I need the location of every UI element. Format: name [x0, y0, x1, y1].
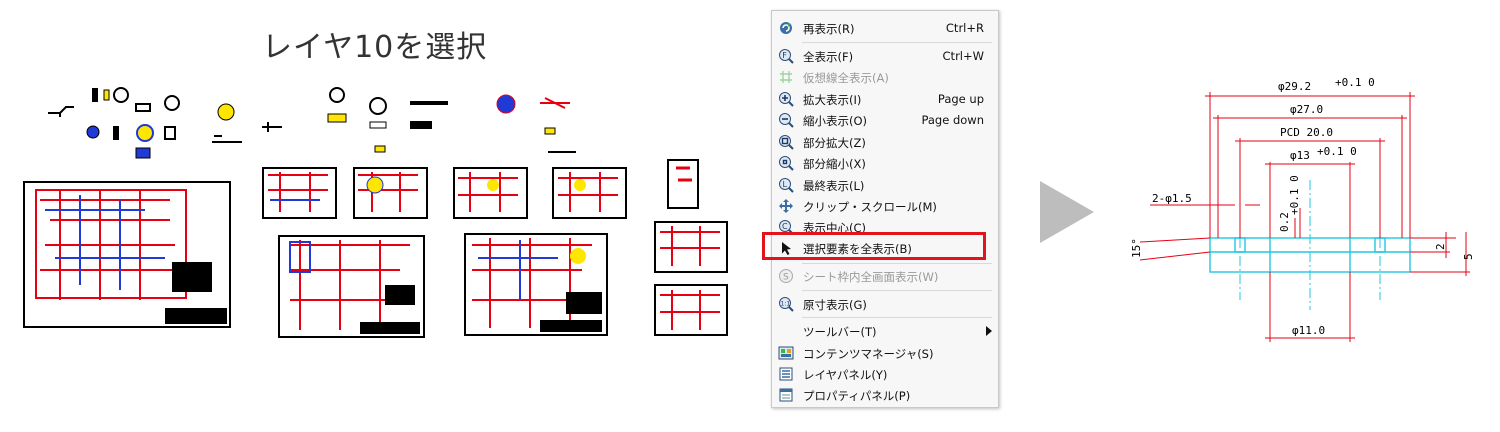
sheet-frame-row-1 — [262, 159, 699, 219]
dimension-labels: φ29.2 +0.1 0 φ27.0 PCD 20.0 φ13 +0.1 0 2… — [1130, 76, 1475, 337]
menu-item-property-panel[interactable]: プロパティパネル(P) — [772, 385, 998, 406]
submenu-arrow-icon — [986, 326, 992, 336]
menu-item-shortcut: Page down — [921, 113, 984, 127]
menu-item-fit-all[interactable]: F 全表示(F) Ctrl+W — [772, 46, 998, 67]
menu-item-content-manager[interactable]: コンテンツマネージャ(S) — [772, 343, 998, 364]
svg-text:1:1: 1:1 — [781, 301, 791, 308]
dim-label-angle: 15° — [1130, 238, 1143, 258]
menu-item-zoom-in[interactable]: 拡大表示(I) Page up — [772, 89, 998, 110]
menu-item-sheet-frame[interactable]: S シート枠内全画面表示(W) — [772, 266, 998, 287]
menu-item-label: クリップ・スクロール(M) — [803, 200, 937, 214]
dim-label-depth-tol: +0.1 0 — [1288, 175, 1301, 215]
menu-item-last-view[interactable]: L 最終表示(L) — [772, 175, 998, 196]
sheet-frame-row-2 — [278, 221, 728, 338]
context-menu: 再表示(R) Ctrl+R F 全表示(F) Ctrl+W 仮想線全表示(A) … — [771, 10, 999, 408]
menu-item-label: コンテンツマネージャ(S) — [803, 347, 934, 361]
dim-label-d1: φ29.2 — [1278, 80, 1311, 93]
dim-label-pcd: PCD 20.0 — [1280, 126, 1333, 139]
menu-item-label: 全表示(F) — [803, 50, 854, 64]
sheet-frame-1 — [23, 181, 231, 328]
last-view-icon: L — [779, 178, 794, 193]
layer-panel-icon — [779, 367, 793, 381]
menu-item-label: 部分拡大(Z) — [803, 136, 866, 150]
virtual-line-icon — [780, 71, 792, 83]
menu-item-label: 拡大表示(I) — [803, 93, 862, 107]
menu-item-label: 縮小表示(O) — [803, 114, 868, 128]
menu-item-label: 最終表示(L) — [803, 179, 865, 193]
dim-label-holes: 2-φ1.5 — [1152, 192, 1192, 205]
menu-separator — [802, 290, 992, 291]
partial-zoom-out-icon — [779, 156, 794, 171]
dim-label-h1: 2 — [1434, 243, 1447, 250]
detail-drawing: φ29.2 +0.1 0 φ27.0 PCD 20.0 φ13 +0.1 0 2… — [1130, 76, 1475, 342]
menu-item-virtual-line[interactable]: 仮想線全表示(A) — [772, 67, 998, 88]
menu-item-label: プロパティパネル(P) — [803, 389, 911, 403]
menu-item-actual-size[interactable]: 1:1 原寸表示(G) — [772, 294, 998, 315]
dim-label-d3-tol: +0.1 0 — [1317, 145, 1357, 158]
highlight-box — [762, 232, 986, 260]
menu-item-shortcut: Ctrl+R — [945, 21, 984, 35]
menu-item-label: シート枠内全画面表示(W) — [803, 270, 939, 284]
menu-item-toolbar[interactable]: ツールバー(T) — [772, 321, 998, 342]
small-parts-group — [48, 87, 576, 159]
zoom-in-icon — [779, 92, 794, 107]
menu-item-refresh[interactable]: 再表示(R) Ctrl+R — [772, 18, 998, 39]
menu-item-label: 仮想線全表示(A) — [803, 71, 889, 85]
menu-item-layer-panel[interactable]: レイヤパネル(Y) — [772, 364, 998, 385]
menu-item-label: 部分縮小(X) — [803, 157, 866, 171]
dim-label-d4: φ11.0 — [1292, 324, 1325, 337]
svg-text:F: F — [782, 51, 787, 60]
center-lines — [1239, 180, 1381, 310]
menu-item-clip-scroll[interactable]: クリップ・スクロール(M) — [772, 196, 998, 217]
fit-all-icon: F — [779, 49, 794, 64]
menu-item-label: 再表示(R) — [803, 22, 855, 36]
menu-separator — [802, 263, 992, 264]
clip-scroll-icon — [779, 199, 793, 213]
menu-separator — [802, 42, 992, 43]
partial-zoom-in-icon — [779, 135, 794, 150]
svg-text:L: L — [783, 180, 788, 189]
zoom-out-icon — [779, 113, 794, 128]
dim-label-h2: 5 — [1462, 253, 1475, 260]
dim-label-d2: φ27.0 — [1290, 103, 1323, 116]
property-panel-icon — [779, 388, 793, 402]
menu-item-shortcut: Ctrl+W — [942, 49, 984, 63]
content-manager-icon — [778, 346, 794, 360]
actual-size-icon: 1:1 — [779, 297, 794, 312]
menu-item-label: 原寸表示(G) — [803, 298, 867, 312]
menu-item-label: ツールバー(T) — [803, 325, 877, 339]
menu-item-partial-zoom-in[interactable]: 部分拡大(Z) — [772, 132, 998, 153]
menu-item-shortcut: Page up — [937, 92, 984, 106]
menu-item-zoom-out[interactable]: 縮小表示(O) Page down — [772, 110, 998, 131]
dim-label-d1-tol: +0.1 0 — [1335, 76, 1375, 89]
arrow-right-icon — [1040, 181, 1094, 243]
dim-label-d3: φ13 — [1290, 149, 1310, 162]
menu-item-label: レイヤパネル(Y) — [803, 368, 888, 382]
refresh-icon — [780, 22, 792, 34]
drawing-overview — [23, 87, 728, 338]
sheet-frame-icon: S — [779, 269, 793, 283]
menu-separator — [802, 317, 992, 318]
svg-text:C: C — [782, 222, 788, 231]
svg-text:S: S — [783, 273, 789, 283]
menu-item-partial-zoom-out[interactable]: 部分縮小(X) — [772, 153, 998, 174]
